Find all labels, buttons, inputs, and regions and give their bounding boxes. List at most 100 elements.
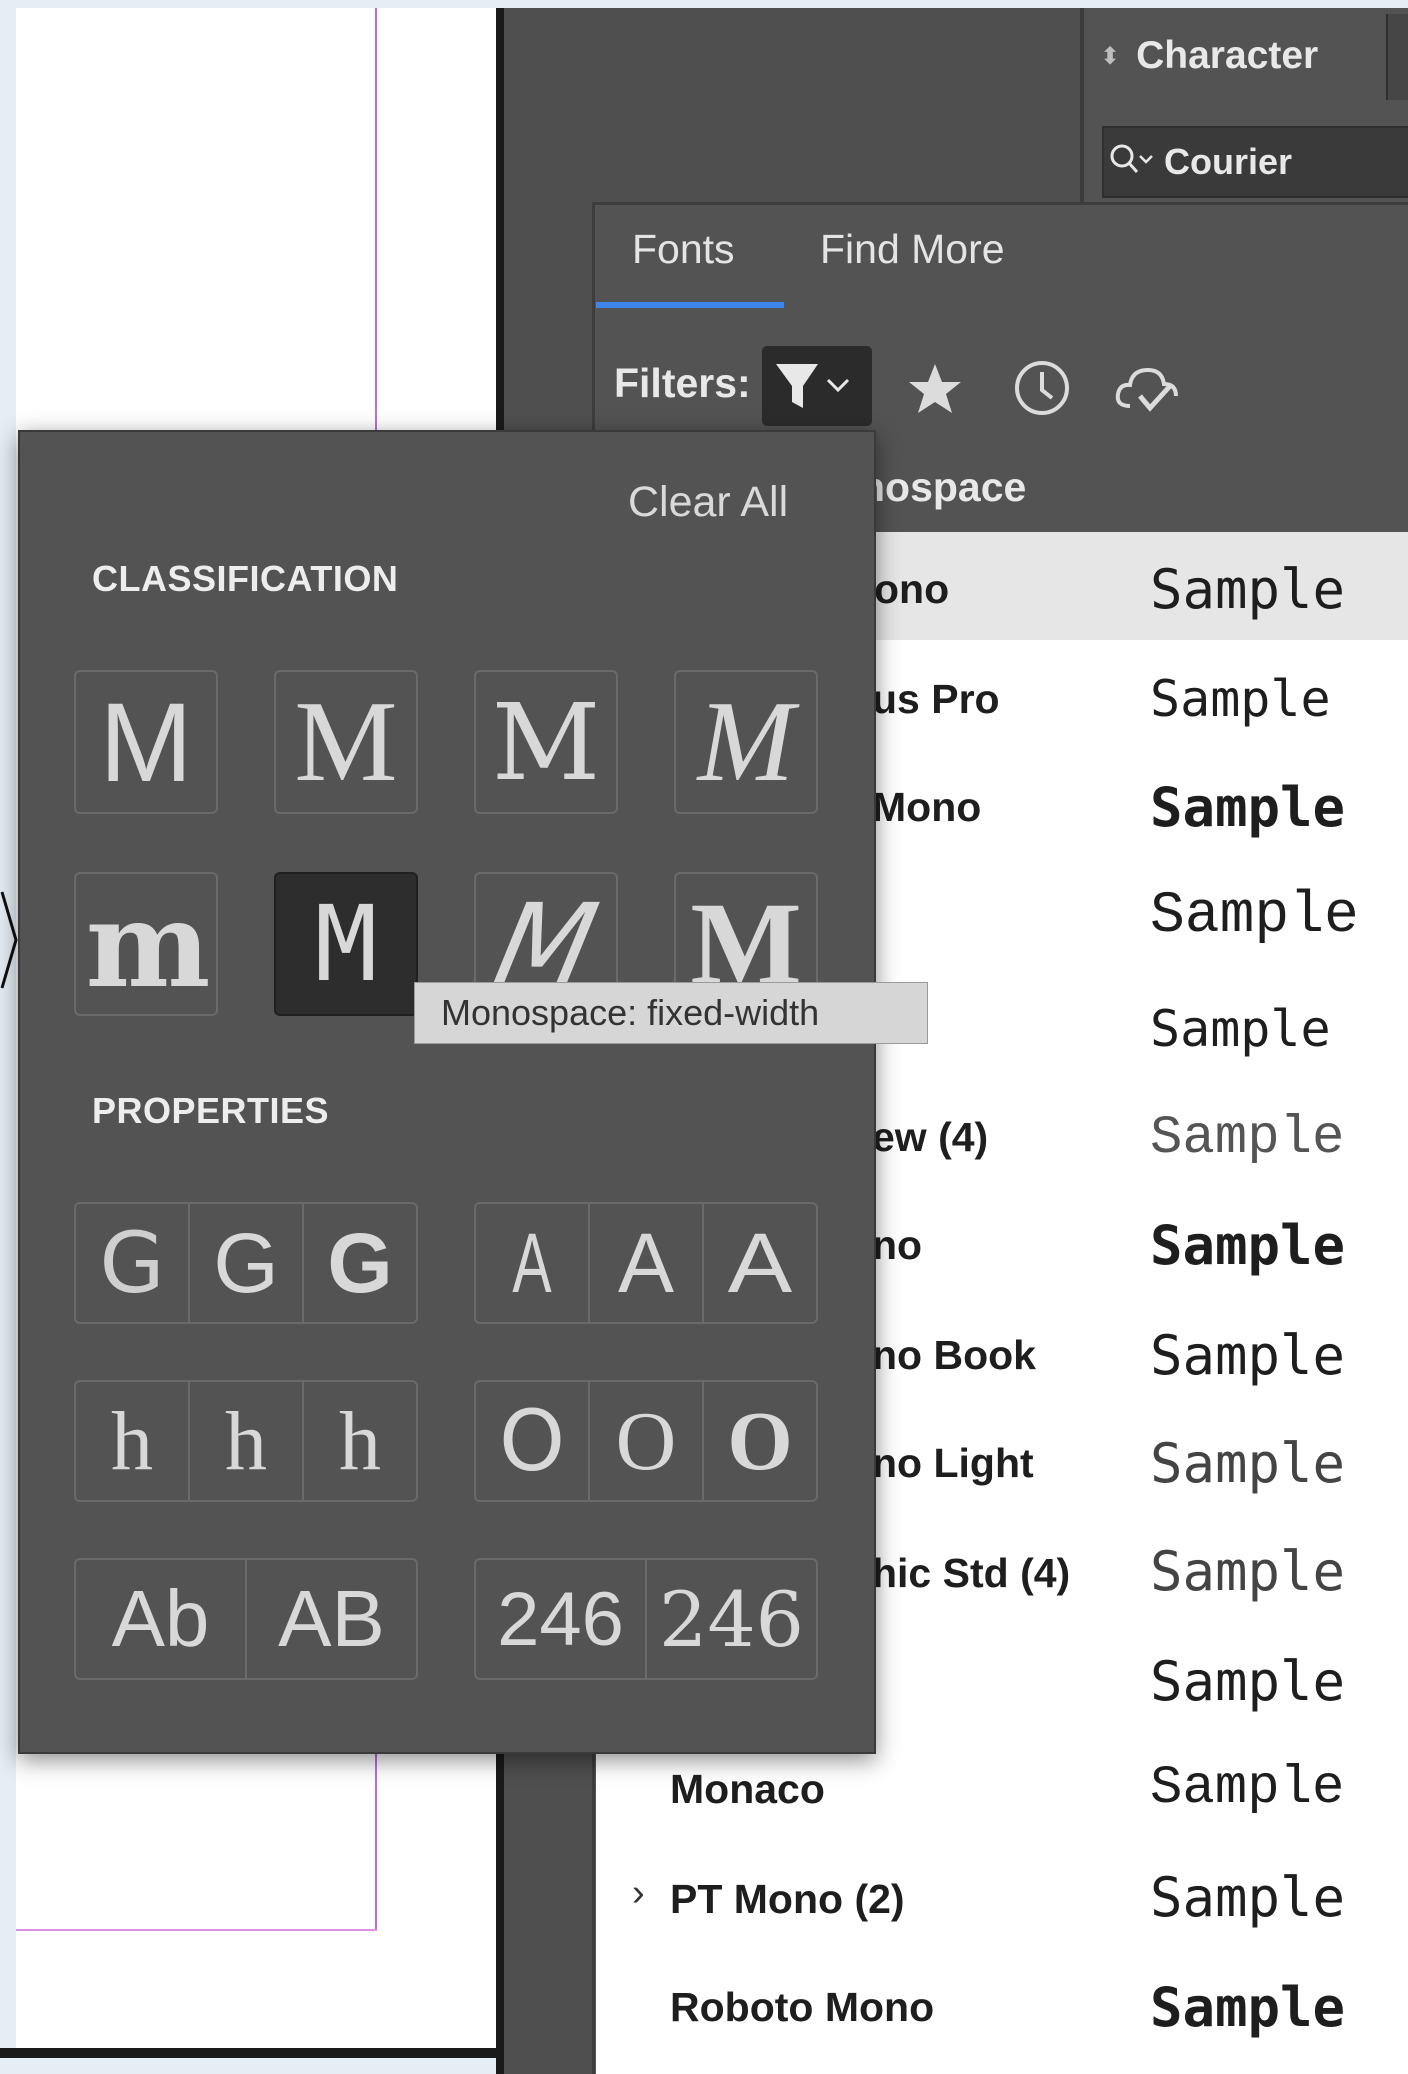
- font-family-value: Courier: [1164, 141, 1293, 182]
- collapse-arrows-icon: ⬍: [1100, 42, 1121, 70]
- numerals-oldstyle-glyph: 246: [658, 1574, 805, 1664]
- sans-serif-glyph: M: [99, 679, 193, 805]
- character-panel-title: Character: [1136, 34, 1319, 77]
- classification-blackletter-tile[interactable]: m: [74, 872, 218, 1016]
- font-family-field[interactable]: Courier: [1102, 126, 1408, 198]
- weight-light-glyph: G: [99, 1214, 165, 1312]
- property-width-group: A A A: [474, 1202, 818, 1324]
- serif-glyph: M: [294, 677, 398, 806]
- font-row-name[interactable]: Monaco: [670, 1766, 825, 1813]
- font-row-sample: Sample: [1150, 1432, 1346, 1495]
- font-row-sample: Sample: [1150, 1758, 1345, 1819]
- cloud-check-icon[interactable]: [1112, 358, 1184, 420]
- classification-monospace-tile[interactable]: M: [274, 872, 418, 1016]
- contrast-medium-option[interactable]: O: [588, 1382, 702, 1500]
- font-row-sample: Sample: [1150, 558, 1346, 621]
- properties-title: PROPERTIES: [92, 1090, 330, 1131]
- contrast-high-option[interactable]: O: [702, 1382, 816, 1500]
- font-row-sample: Sample: [1150, 1540, 1346, 1603]
- contrast-high-glyph: O: [727, 1394, 793, 1488]
- weight-bold-glyph: G: [327, 1215, 393, 1310]
- monospace-glyph: M: [314, 883, 378, 1005]
- weight-regular-glyph: G: [213, 1215, 279, 1310]
- case-mixed-glyph: Ab: [111, 1574, 210, 1663]
- classification-sans-serif-tile[interactable]: M: [74, 670, 218, 814]
- xheight-high-glyph: h: [339, 1394, 381, 1488]
- property-contrast-group: O O O: [474, 1380, 818, 1502]
- font-row-name[interactable]: Mono: [872, 784, 981, 831]
- weight-light-option[interactable]: G: [76, 1204, 188, 1322]
- character-panel-tab[interactable]: ⬍ Character: [1100, 26, 1318, 86]
- width-wide-option[interactable]: A: [702, 1204, 816, 1322]
- font-row-name[interactable]: PT Mono (2): [670, 1876, 905, 1923]
- recent-clock-icon[interactable]: [1010, 356, 1074, 420]
- width-normal-option[interactable]: A: [588, 1204, 702, 1322]
- width-wide-glyph: A: [727, 1215, 793, 1310]
- font-row-sample: Sample: [1150, 1866, 1346, 1929]
- width-normal-glyph: A: [617, 1215, 675, 1310]
- panel-tab-edge: [1386, 14, 1408, 100]
- blackletter-glyph: m: [85, 874, 211, 1014]
- xheight-low-option[interactable]: h: [76, 1382, 188, 1500]
- case-caps-option[interactable]: AB: [245, 1560, 416, 1678]
- font-row-name[interactable]: hic Std (4): [872, 1550, 1070, 1597]
- property-numerals-group: 246 246: [474, 1558, 818, 1680]
- chevron-right-icon[interactable]: ›: [632, 1872, 645, 1915]
- slab-serif-glyph: M: [491, 680, 601, 804]
- margin-guide-horizontal: [16, 1929, 377, 1931]
- list-header-monospace: nospace: [860, 464, 1027, 510]
- active-tab-indicator: [596, 302, 784, 308]
- font-row-sample: Sample: [1150, 884, 1359, 949]
- weight-regular-option[interactable]: G: [188, 1204, 302, 1322]
- numerals-lining-glyph: 246: [497, 1576, 624, 1662]
- script-glyph: M: [697, 677, 795, 806]
- contrast-low-option[interactable]: O: [476, 1382, 588, 1500]
- case-caps-glyph: AB: [278, 1574, 385, 1663]
- page-edge-bottom: [0, 2048, 504, 2058]
- font-row-name[interactable]: Roboto Mono: [670, 1984, 934, 2031]
- font-row-name[interactable]: ew (4): [872, 1114, 988, 1161]
- xheight-medium-option[interactable]: h: [188, 1382, 302, 1500]
- font-row-sample: Sample: [1150, 1976, 1346, 2039]
- property-xheight-group: h h h: [74, 1380, 418, 1502]
- numerals-oldstyle-option[interactable]: 246: [645, 1560, 816, 1678]
- search-icon: [1110, 144, 1153, 173]
- property-case-group: Ab AB: [74, 1558, 418, 1680]
- classification-slab-serif-tile[interactable]: M: [474, 670, 618, 814]
- star-icon[interactable]: [904, 358, 966, 420]
- font-row-sample: Sample: [1150, 1650, 1346, 1713]
- filters-label: Filters:: [614, 360, 751, 406]
- font-row-name[interactable]: no Light: [872, 1440, 1034, 1487]
- contrast-low-glyph: O: [498, 1392, 566, 1490]
- xheight-high-option[interactable]: h: [302, 1382, 416, 1500]
- chevron-right-icon: [0, 891, 18, 989]
- font-row-sample: Sample: [1150, 1108, 1345, 1169]
- font-row-sample: Sample: [1150, 1000, 1331, 1058]
- font-row-name[interactable]: no: [872, 1222, 922, 1269]
- weight-bold-option[interactable]: G: [302, 1204, 416, 1322]
- contrast-medium-glyph: O: [615, 1394, 677, 1488]
- property-weight-group: G G G: [74, 1202, 418, 1324]
- xheight-low-glyph: h: [111, 1394, 153, 1488]
- classification-title: CLASSIFICATION: [92, 558, 399, 599]
- clear-all-button[interactable]: Clear All: [628, 478, 788, 527]
- font-row-name[interactable]: us Pro: [872, 676, 1000, 723]
- font-row-name[interactable]: no Book: [872, 1332, 1036, 1379]
- tab-find-more[interactable]: Find More: [820, 226, 1005, 273]
- tooltip: Monospace: fixed-width: [414, 982, 928, 1044]
- classification-filter-button[interactable]: [762, 346, 872, 426]
- case-mixed-option[interactable]: Ab: [76, 1560, 245, 1678]
- tab-fonts[interactable]: Fonts: [632, 226, 735, 273]
- filter-funnel-icon: [776, 364, 850, 408]
- width-narrow-glyph: A: [512, 1215, 552, 1310]
- font-row-name[interactable]: ono: [874, 566, 949, 613]
- numerals-lining-option[interactable]: 246: [476, 1560, 645, 1678]
- font-row-sample: Sample: [1150, 670, 1331, 728]
- font-row-sample: Sample: [1150, 1324, 1346, 1387]
- font-row-sample: Sample: [1150, 776, 1346, 839]
- classification-serif-tile[interactable]: M: [274, 670, 418, 814]
- font-row-sample: Sample: [1150, 1214, 1346, 1277]
- width-narrow-option[interactable]: A: [476, 1204, 588, 1322]
- xheight-medium-glyph: h: [225, 1394, 267, 1488]
- classification-script-tile[interactable]: M: [674, 670, 818, 814]
